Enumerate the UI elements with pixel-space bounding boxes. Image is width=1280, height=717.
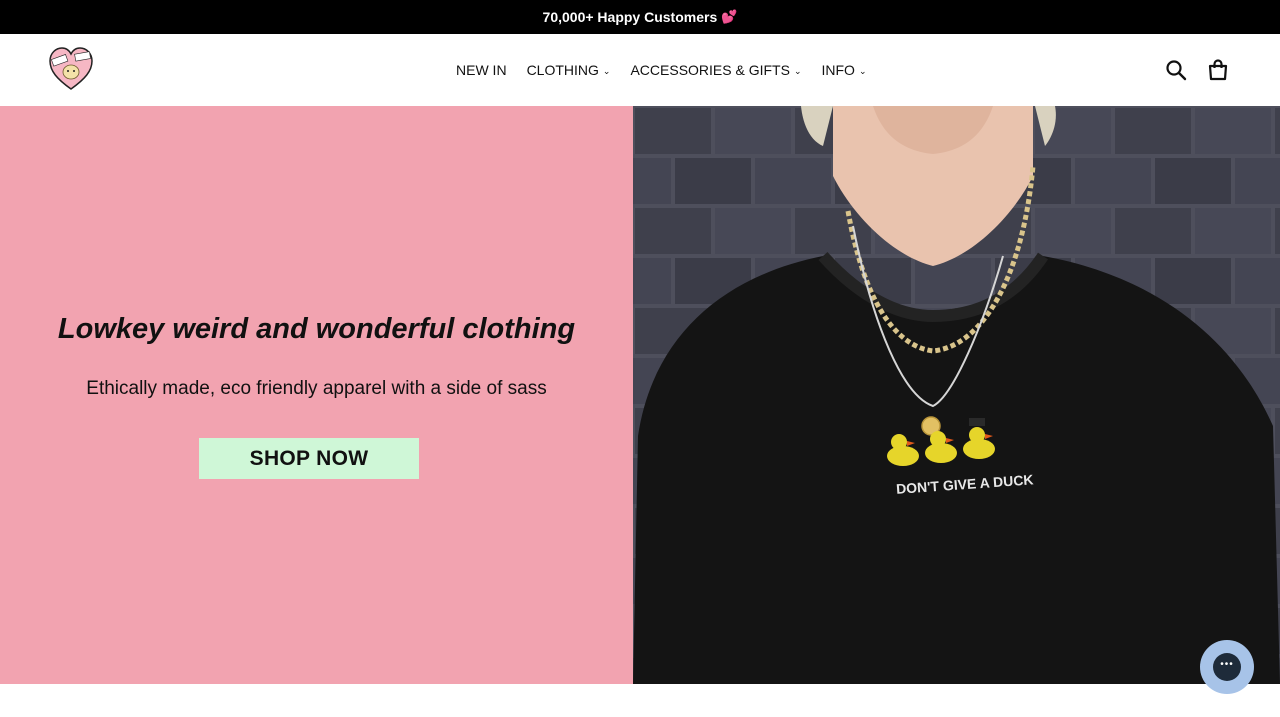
main-nav: NEW IN CLOTHING ⌄ ACCESSORIES & GIFTS ⌄ … (446, 34, 876, 106)
shop-now-button[interactable]: SHOP NOW (199, 438, 419, 479)
heart-potato-logo-icon (49, 47, 93, 90)
nav-item-label: ACCESSORIES & GIFTS (630, 62, 790, 78)
model-in-duck-sweatshirt-image: DON'T GIVE A DUCK (633, 106, 1280, 684)
announcement-text: 70,000+ Happy Customers (542, 9, 718, 25)
chevron-down-icon: ⌄ (858, 65, 867, 76)
site-header: NEW IN CLOTHING ⌄ ACCESSORIES & GIFTS ⌄ … (0, 34, 1280, 106)
pink-hearts-icon: 💕 (721, 9, 738, 24)
chevron-down-icon: ⌄ (602, 65, 611, 76)
chevron-down-icon: ⌄ (793, 65, 802, 76)
nav-item-info[interactable]: INFO ⌄ (821, 62, 866, 78)
hero-text-panel: Lowkey weird and wonderful clothing Ethi… (0, 106, 633, 684)
hero-subtitle: Ethically made, eco friendly apparel wit… (86, 378, 547, 399)
hero-image: DON'T GIVE A DUCK (633, 106, 1280, 684)
brand-logo[interactable] (47, 45, 95, 93)
nav-item-label: NEW IN (456, 62, 507, 78)
nav-item-label: INFO (821, 62, 855, 78)
chat-bubble-icon: ••• (1213, 653, 1241, 681)
hero-banner: Lowkey weird and wonderful clothing Ethi… (0, 106, 1280, 684)
nav-item-label: CLOTHING (526, 62, 599, 78)
hero-title: Lowkey weird and wonderful clothing (57, 313, 576, 345)
nav-item-clothing[interactable]: CLOTHING ⌄ (527, 62, 611, 78)
chat-launcher-button[interactable]: ••• (1200, 640, 1254, 694)
nav-item-new-in[interactable]: NEW IN (456, 62, 507, 78)
cart-icon[interactable] (1206, 58, 1230, 82)
announcement-bar: 70,000+ Happy Customers 💕 (0, 0, 1280, 34)
nav-item-accessories-gifts[interactable]: ACCESSORIES & GIFTS ⌄ (630, 62, 801, 78)
header-icons (1164, 58, 1230, 82)
search-icon[interactable] (1164, 58, 1188, 82)
